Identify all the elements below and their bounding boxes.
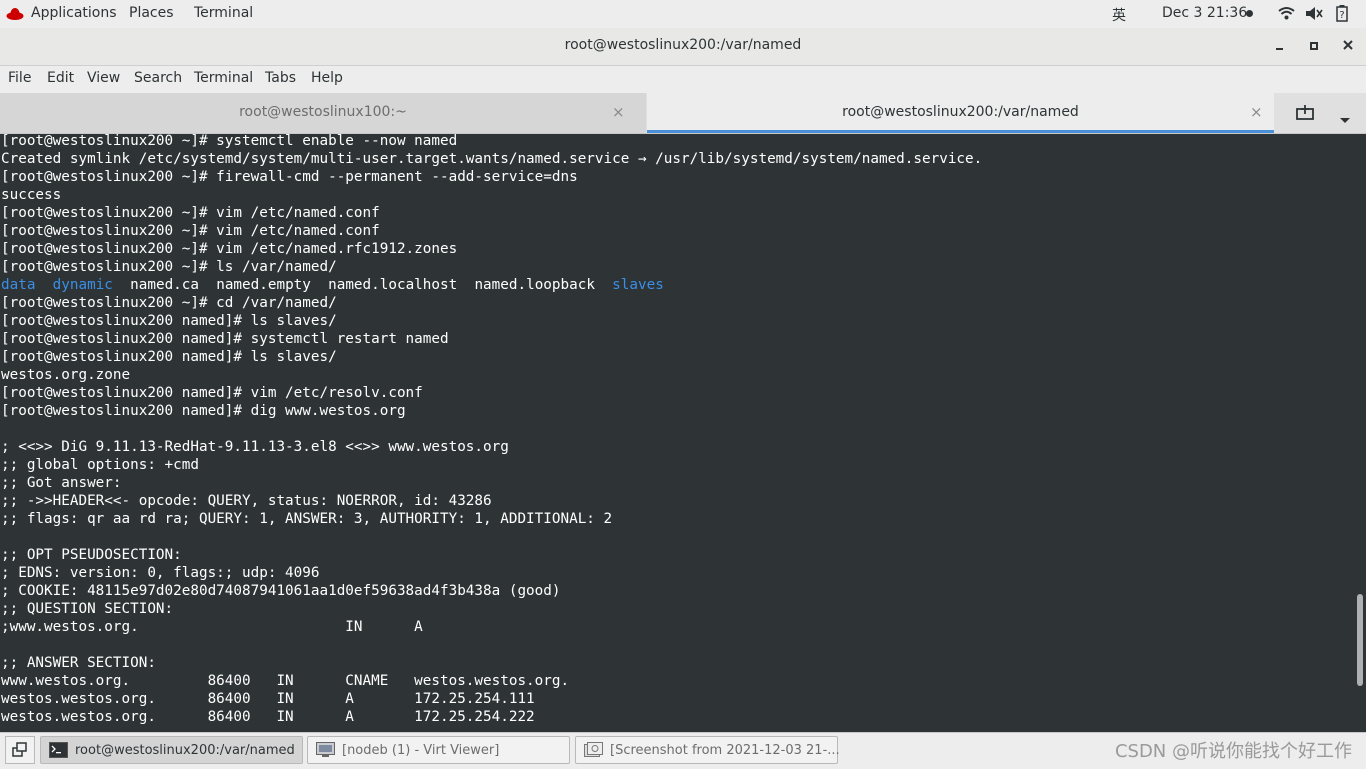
menu-file[interactable]: File xyxy=(8,70,31,86)
terminal-line: ;www.westos.org. IN A xyxy=(1,619,423,635)
taskbar-item-terminal[interactable]: root@westoslinux200:/var/named xyxy=(40,736,303,764)
redhat-logo-icon[interactable] xyxy=(6,6,24,25)
terminal-line: [root@westoslinux200 ~]# vim /etc/named.… xyxy=(1,223,380,239)
ls-dir: data xyxy=(1,277,36,293)
ls-output-line: data dynamic named.ca named.empty named.… xyxy=(1,276,664,294)
terminal-line: ;; ->>HEADER<<- opcode: QUERY, status: N… xyxy=(1,493,492,509)
applications-menu[interactable]: Applications xyxy=(31,5,117,21)
tab-westoslinux200[interactable]: root@westoslinux200:/var/named × xyxy=(647,93,1274,133)
terminal-line: [root@westoslinux200 named]# systemctl r… xyxy=(1,331,449,347)
terminal-line: ;; ANSWER SECTION: xyxy=(1,655,156,671)
scrollbar-thumb[interactable] xyxy=(1357,594,1363,686)
terminal-line: [root@westoslinux200 named]# dig www.wes… xyxy=(1,403,406,419)
terminal-icon xyxy=(49,742,68,758)
close-button[interactable] xyxy=(1338,36,1358,56)
terminal-scrollbar[interactable] xyxy=(1356,134,1366,732)
menu-search[interactable]: Search xyxy=(134,70,182,86)
terminal-line: www.westos.org. 86400 IN CNAME westos.we… xyxy=(1,673,570,689)
terminal-line: [root@westoslinux200 named]# ls slaves/ xyxy=(1,313,337,329)
terminal-line: [root@westoslinux200 ~]# systemctl enabl… xyxy=(1,134,458,149)
menu-terminal[interactable]: Terminal xyxy=(194,70,253,86)
show-desktop-button[interactable] xyxy=(5,736,35,764)
minimize-button[interactable] xyxy=(1270,36,1290,56)
taskbar-item-label: [nodeb (1) - Virt Viewer] xyxy=(342,743,500,758)
volume-muted-icon[interactable] xyxy=(1305,6,1323,25)
taskbar-item-label: [Screenshot from 2021-12-03 21-... xyxy=(610,743,840,758)
clock[interactable]: Dec 3 21:36 xyxy=(1162,5,1247,21)
terminal-line: [root@westoslinux200 ~]# vim /etc/named.… xyxy=(1,205,380,221)
window-title: root@westoslinux200:/var/named xyxy=(564,37,802,53)
terminal-line: westos.westos.org. 86400 IN A 172.25.254… xyxy=(1,709,535,725)
terminal-line: ;; OPT PSEUDOSECTION: xyxy=(1,547,182,563)
terminal-line: [root@westoslinux200 ~]# ls /var/named/ xyxy=(1,259,337,275)
terminal-output[interactable]: [root@westoslinux200 ~]# systemctl enabl… xyxy=(0,134,1356,732)
terminal-line: ; <<>> DiG 9.11.13-RedHat-9.11.13-3.el8 … xyxy=(1,439,509,455)
terminal-line: ;; QUESTION SECTION: xyxy=(1,601,174,617)
virt-viewer-icon xyxy=(316,742,335,758)
terminal-line: success xyxy=(1,187,62,203)
terminal-line: westos.westos.org. 86400 IN A 172.25.254… xyxy=(1,691,535,707)
ls-files: named.ca named.empty named.localhost nam… xyxy=(130,277,595,293)
taskbar-item-virt-viewer[interactable]: [nodeb (1) - Virt Viewer] xyxy=(307,736,570,764)
recording-dot-icon xyxy=(1246,10,1253,17)
ls-dir: slaves xyxy=(612,277,664,293)
terminal-line: ;; global options: +cmd xyxy=(1,457,199,473)
terminal-app-menu[interactable]: Terminal xyxy=(194,5,253,21)
svg-text:?: ? xyxy=(1339,10,1344,21)
tab-westoslinux100[interactable]: root@westoslinux100:~ × xyxy=(0,93,646,133)
maximize-button[interactable] xyxy=(1304,36,1324,56)
terminal-line: ; EDNS: version: 0, flags:; udp: 4096 xyxy=(1,565,320,581)
terminal-line: [root@westoslinux200 ~]# vim /etc/named.… xyxy=(1,241,458,257)
menu-edit[interactable]: Edit xyxy=(47,70,74,86)
places-menu[interactable]: Places xyxy=(129,5,174,21)
menu-bar: File Edit View Search Terminal Tabs Help xyxy=(0,66,1366,93)
tabs-dropdown-chevron-icon[interactable] xyxy=(1339,110,1351,129)
menu-help[interactable]: Help xyxy=(311,70,343,86)
window-titlebar[interactable]: root@westoslinux200:/var/named xyxy=(0,28,1366,66)
terminal-line: westos.org.zone xyxy=(1,367,131,383)
menu-tabs[interactable]: Tabs xyxy=(265,70,296,86)
tab-close-icon[interactable]: × xyxy=(612,103,625,121)
image-viewer-icon xyxy=(584,742,603,758)
top-bar: Applications Places Terminal 英 Dec 3 21:… xyxy=(0,0,1366,28)
tab-label: root@westoslinux200:/var/named xyxy=(842,104,1079,120)
menu-view[interactable]: View xyxy=(87,70,120,86)
terminal-line: [root@westoslinux200 ~]# firewall-cmd --… xyxy=(1,169,578,185)
terminal-line: Created symlink /etc/systemd/system/mult… xyxy=(1,151,983,167)
terminal-line: [root@westoslinux200 ~]# cd /var/named/ xyxy=(1,295,337,311)
tab-label: root@westoslinux100:~ xyxy=(239,104,407,120)
watermark-text: CSDN @听说你能找个好工作 xyxy=(1114,741,1352,762)
taskbar-item-screenshot[interactable]: [Screenshot from 2021-12-03 21-... xyxy=(575,736,840,764)
terminal-line: ;; Got answer: xyxy=(1,475,122,491)
taskbar-item-label: root@westoslinux200:/var/named xyxy=(75,743,295,758)
terminal-line: ;; flags: qr aa rd ra; QUERY: 1, ANSWER:… xyxy=(1,511,613,527)
tab-close-icon[interactable]: × xyxy=(1250,103,1263,121)
terminal-line: [root@westoslinux200 named]# ls slaves/ xyxy=(1,349,337,365)
ls-dir: dynamic xyxy=(52,277,113,293)
wifi-icon[interactable] xyxy=(1278,6,1295,24)
new-tab-icon[interactable] xyxy=(1296,105,1314,125)
battery-icon[interactable]: ? xyxy=(1336,5,1348,26)
tab-bar: root@westoslinux100:~ × root@westoslinux… xyxy=(0,93,1366,134)
input-method-indicator[interactable]: 英 xyxy=(1112,5,1126,25)
terminal-line: [root@westoslinux200 named]# vim /etc/re… xyxy=(1,385,423,401)
terminal-line: ; COOKIE: 48115e97d02e80d74087941061aa1d… xyxy=(1,583,561,599)
